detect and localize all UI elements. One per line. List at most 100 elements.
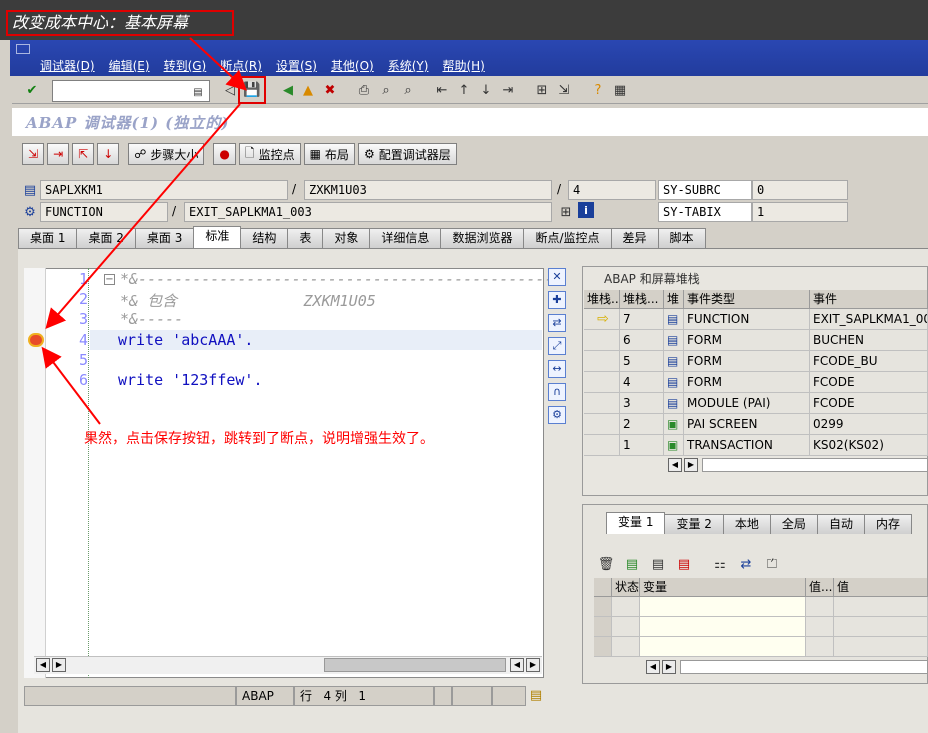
variable-row[interactable]	[594, 637, 928, 657]
stack-row[interactable]: ⇨ 7 ▤ FUNCTION EXIT_SAPLKMA1_003	[584, 309, 928, 330]
variable-row[interactable]	[594, 617, 928, 637]
filter-icon[interactable]: ⏍	[762, 554, 782, 574]
var-value-short	[806, 597, 834, 617]
stack-scroll-left-icon[interactable]: ◀	[668, 458, 682, 472]
stack-event: BUCHEN	[810, 330, 928, 351]
status-field-mid	[434, 686, 452, 706]
var-value-short	[806, 637, 834, 657]
stack-level: 5	[620, 351, 664, 372]
arrow-save-to-marker	[45, 103, 241, 330]
stack-scroll-right-icon[interactable]: ▶	[684, 458, 698, 472]
stack-row[interactable]: 1 ▣ TRANSACTION KS02(KS02)	[584, 435, 928, 456]
stack-row[interactable]: 5 ▤ FORM FCODE_BU	[584, 351, 928, 372]
var-value-short	[806, 617, 834, 637]
var-header-variable[interactable]: 变量	[640, 578, 806, 597]
stack-level: 7	[620, 309, 664, 330]
stack-event-type: FORM	[684, 330, 810, 351]
settings-tool-icon[interactable]: ⚙	[548, 406, 566, 424]
stack-event-type: TRANSACTION	[684, 435, 810, 456]
variable-row[interactable]	[594, 597, 928, 617]
close-panel-icon[interactable]: ✕	[548, 268, 566, 286]
notes-icon[interactable]: ▤	[528, 686, 544, 704]
stack-header-4[interactable]: 事件类型	[684, 290, 810, 309]
stack-level: 3	[620, 393, 664, 414]
new-tool-icon[interactable]: ✚	[548, 291, 566, 309]
hierarchy-icon[interactable]: ⚏	[710, 554, 730, 574]
arrow-title-to-save	[189, 37, 247, 91]
stack-scroll-thumb[interactable]	[702, 458, 928, 472]
var-header-status[interactable]: 状态	[612, 578, 640, 597]
form-icon: ▤	[664, 351, 684, 372]
var-value	[834, 617, 928, 637]
current-position-arrow-icon: ⇨	[584, 309, 620, 330]
form-icon: ▤	[664, 330, 684, 351]
variable-tabs: 变量 1 变量 2 本地 全局 自动 内存	[606, 512, 912, 534]
stack-row[interactable]: 3 ▤ MODULE (PAI) FCODE	[584, 393, 928, 414]
save-vars-icon[interactable]: ▤	[648, 554, 668, 574]
stack-header-1[interactable]: 堆栈...	[584, 290, 620, 309]
tab-memory[interactable]: 内存	[863, 514, 912, 534]
stack-marker	[584, 393, 620, 414]
tab-var-2[interactable]: 变量 2	[664, 514, 724, 534]
language-field: ABAP	[236, 686, 294, 706]
stack-event-type: FORM	[684, 372, 810, 393]
swap-tool-icon[interactable]: ⇄	[548, 314, 566, 332]
tab-auto[interactable]: 自动	[816, 514, 865, 534]
stack-event: EXIT_SAPLKMA1_003	[810, 309, 928, 330]
vars-scroll-thumb[interactable]	[680, 660, 928, 674]
stack-header-2[interactable]: 堆栈...	[620, 290, 664, 309]
cursor-position: 行 4 列 1	[294, 686, 434, 706]
editor-scroll-thumb[interactable]	[324, 658, 506, 672]
variables-grid: 状态 变量 值... 值	[594, 578, 928, 657]
row-selector[interactable]	[594, 597, 612, 617]
stack-marker	[584, 351, 620, 372]
row-selector[interactable]	[594, 637, 612, 657]
export-icon[interactable]: ▤	[674, 554, 694, 574]
tab-global[interactable]: 全局	[769, 514, 818, 534]
var-value	[834, 597, 928, 617]
stack-level: 6	[620, 330, 664, 351]
vars-scroll-left-icon[interactable]: ◀	[646, 660, 660, 674]
stack-event-type: MODULE (PAI)	[684, 393, 810, 414]
transfer-icon[interactable]: ⇄	[736, 554, 756, 574]
stack-row[interactable]: 2 ▣ PAI SCREEN 0299	[584, 414, 928, 435]
maximize-icon[interactable]: ⤢	[548, 337, 566, 355]
editor-side-tools: ✕ ✚ ⇄ ⤢ ↔ ∩ ⚙	[546, 268, 568, 428]
stack-header-3[interactable]: 堆	[664, 290, 684, 309]
scroll-left-icon-2[interactable]: ◀	[510, 658, 524, 672]
status-field-mid2	[452, 686, 492, 706]
service-icon[interactable]: ∩	[548, 383, 566, 401]
status-field-left	[24, 686, 236, 706]
stack-marker	[584, 372, 620, 393]
vars-scroll-right-icon[interactable]: ▶	[662, 660, 676, 674]
var-status	[612, 617, 640, 637]
screen-icon: ▣	[664, 414, 684, 435]
arrow-text-to-marker	[41, 346, 101, 425]
resize-icon[interactable]: ↔	[548, 360, 566, 378]
stack-grid: 堆栈... 堆栈... 堆 事件类型 事件 ⇨ 7 ▤ FUNCTION EXI…	[584, 290, 928, 456]
row-selector[interactable]	[594, 617, 612, 637]
var-select-col	[594, 578, 612, 597]
var-name-input[interactable]	[640, 637, 806, 657]
stack-event-type: FUNCTION	[684, 309, 810, 330]
stack-header-5[interactable]: 事件	[810, 290, 928, 309]
stack-marker	[584, 435, 620, 456]
var-status	[612, 637, 640, 657]
scroll-left-icon[interactable]: ◀	[36, 658, 50, 672]
var-name-input[interactable]	[640, 597, 806, 617]
stack-row[interactable]: 4 ▤ FORM FCODE	[584, 372, 928, 393]
var-header-value[interactable]: 值	[834, 578, 928, 597]
stack-row[interactable]: 6 ▤ FORM BUCHEN	[584, 330, 928, 351]
scroll-right-icon[interactable]: ▶	[52, 658, 66, 672]
status-field-mid3	[492, 686, 526, 706]
tab-var-1[interactable]: 变量 1	[606, 512, 666, 534]
form-icon: ▤	[664, 372, 684, 393]
scroll-right-icon-2[interactable]: ▶	[526, 658, 540, 672]
var-name-input[interactable]	[640, 617, 806, 637]
delete-icon[interactable]: 🗑	[596, 554, 616, 574]
screen-icon: ▣	[664, 435, 684, 456]
var-header-value-short[interactable]: 值...	[806, 578, 834, 597]
load-icon[interactable]: ▤	[622, 554, 642, 574]
tab-local[interactable]: 本地	[722, 514, 771, 534]
stack-event: KS02(KS02)	[810, 435, 928, 456]
